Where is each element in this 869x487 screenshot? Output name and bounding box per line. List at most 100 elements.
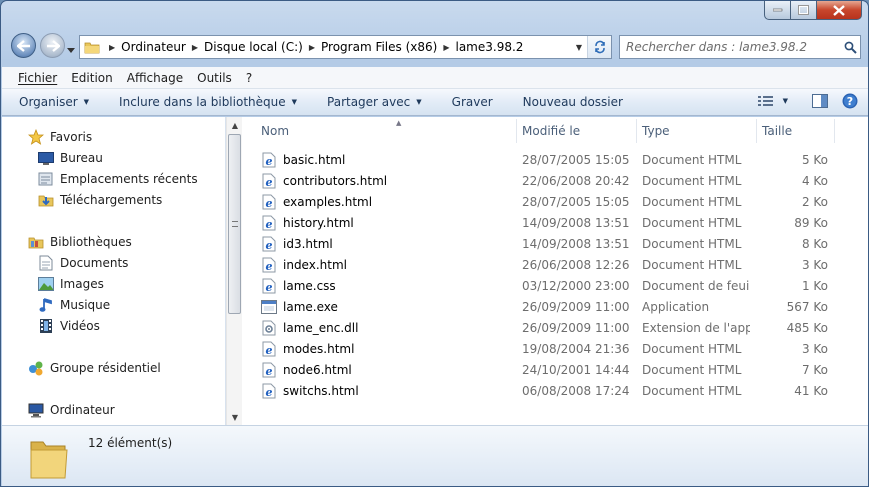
html-file-icon: e bbox=[261, 236, 277, 252]
file-name-cell[interactable]: e history.html bbox=[261, 212, 511, 233]
address-history-dropdown[interactable]: ▼ bbox=[571, 43, 587, 52]
file-size-cell: 485 Ko bbox=[786, 320, 828, 335]
file-name-cell[interactable]: e modes.html bbox=[261, 338, 511, 359]
file-name-cell[interactable]: lame_enc.dll bbox=[261, 317, 511, 338]
nav-item-music[interactable]: Musique bbox=[38, 295, 110, 315]
breadcrumb-item[interactable]: ▶ Disque local (C:) bbox=[189, 36, 306, 58]
include-in-library-button[interactable]: Inclure dans la bibliothèque ▼ bbox=[119, 95, 297, 109]
file-row[interactable]: lame_enc.dll 26/09/2009 11:00 Extension de… bbox=[256, 317, 836, 338]
file-size-cell: 4 Ko bbox=[801, 173, 828, 188]
file-row[interactable]: lame.exe 26/09/2009 11:00 Application 567 K… bbox=[256, 296, 836, 317]
preview-pane-button[interactable] bbox=[812, 94, 828, 108]
html-file-icon: e bbox=[261, 173, 277, 189]
explorer-window: ▶ Ordinateur ▶ Disque local (C:) ▶ Program … bbox=[0, 0, 869, 487]
file-row[interactable]: e id3.html 14/09/2008 13:51 Document HTML 8 … bbox=[256, 233, 836, 254]
file-name-cell[interactable]: e contributors.html bbox=[261, 170, 511, 191]
file-name-cell[interactable]: e id3.html bbox=[261, 233, 511, 254]
help-button[interactable]: ? bbox=[842, 93, 858, 109]
file-name-cell[interactable]: e switchs.html bbox=[261, 380, 511, 401]
menu-view[interactable]: Affichage bbox=[127, 71, 183, 85]
file-name-cell[interactable]: e index.html bbox=[261, 254, 511, 275]
nav-item-homegroup[interactable]: Groupe résidentiel bbox=[28, 358, 161, 378]
file-row[interactable]: e examples.html 28/07/2005 15:05 Document H… bbox=[256, 191, 836, 212]
close-button[interactable] bbox=[817, 1, 862, 20]
nav-item-videos[interactable]: Vidéos bbox=[38, 316, 100, 336]
menu-tools[interactable]: Outils bbox=[197, 71, 232, 85]
column-header-type[interactable]: Type bbox=[637, 119, 757, 143]
file-modified-cell: 22/06/2008 20:42 bbox=[522, 173, 630, 188]
nav-item-downloads[interactable]: Téléchargements bbox=[38, 190, 162, 210]
file-list: Nom ▲ Modifié le Type Taille e basic.html… bbox=[242, 117, 868, 425]
music-icon bbox=[38, 297, 54, 313]
preview-pane-icon bbox=[812, 94, 828, 108]
file-row[interactable]: e history.html 14/09/2008 13:51 Document HT… bbox=[256, 212, 836, 233]
burn-button[interactable]: Graver bbox=[452, 95, 493, 109]
file-name-cell[interactable]: e basic.html bbox=[261, 149, 511, 170]
search-icon[interactable] bbox=[840, 41, 860, 54]
file-modified-cell: 19/08/2004 21:36 bbox=[522, 341, 630, 356]
file-row[interactable]: e node6.html 24/10/2001 14:44 Document HTML… bbox=[256, 359, 836, 380]
file-row[interactable]: e contributors.html 22/06/2008 20:42 Docume… bbox=[256, 170, 836, 191]
forward-button[interactable] bbox=[40, 33, 65, 58]
menu-help[interactable]: ? bbox=[246, 71, 252, 85]
menu-file[interactable]: Fichier bbox=[18, 71, 57, 85]
column-header-size[interactable]: Taille bbox=[757, 119, 835, 143]
back-arrow-icon bbox=[16, 39, 30, 52]
file-name-cell[interactable]: e lame.css bbox=[261, 275, 511, 296]
organize-button[interactable]: Organiser ▼ bbox=[19, 95, 89, 109]
file-row[interactable]: e lame.css 03/12/2000 23:00 Document de feu… bbox=[256, 275, 836, 296]
file-name-cell[interactable]: e examples.html bbox=[261, 191, 511, 212]
recent-pages-dropdown[interactable] bbox=[67, 42, 75, 56]
nav-item-pictures[interactable]: Images bbox=[38, 274, 104, 294]
breadcrumb-item[interactable]: ▶ Ordinateur bbox=[106, 36, 189, 58]
file-name-cell[interactable]: e node6.html bbox=[261, 359, 511, 380]
address-bar[interactable]: ▶ Ordinateur ▶ Disque local (C:) ▶ Program … bbox=[79, 35, 612, 59]
back-button[interactable] bbox=[11, 33, 36, 58]
file-row[interactable]: e index.html 26/06/2008 12:26 Document HTML… bbox=[256, 254, 836, 275]
nav-item-libraries[interactable]: Bibliothèques bbox=[28, 232, 132, 252]
scroll-up-button[interactable]: ▲ bbox=[227, 117, 243, 133]
minimize-button[interactable] bbox=[764, 1, 791, 20]
share-with-button[interactable]: Partager avec ▼ bbox=[327, 95, 422, 109]
file-row[interactable]: e switchs.html 06/08/2008 17:24 Document HT… bbox=[256, 380, 836, 401]
new-folder-button[interactable]: Nouveau dossier bbox=[523, 95, 623, 109]
nav-item-computer[interactable]: Ordinateur bbox=[28, 400, 115, 420]
menu-edit[interactable]: Edition bbox=[71, 71, 113, 85]
file-type-cell: Document HTML bbox=[642, 215, 742, 230]
file-row[interactable]: e modes.html 19/08/2004 21:36 Document HTML… bbox=[256, 338, 836, 359]
file-modified-cell: 14/09/2008 13:51 bbox=[522, 215, 630, 230]
nav-item-desktop[interactable]: Bureau bbox=[38, 148, 103, 168]
file-type-cell: Document HTML bbox=[642, 173, 742, 188]
refresh-button[interactable] bbox=[587, 36, 611, 58]
videos-icon bbox=[38, 318, 54, 334]
search-field[interactable]: Rechercher dans : lame3.98.2 bbox=[619, 35, 861, 59]
pictures-icon bbox=[38, 276, 54, 292]
svg-text:e: e bbox=[266, 344, 273, 357]
column-header-modified[interactable]: Modifié le bbox=[517, 119, 637, 143]
column-header-name[interactable]: Nom ▲ bbox=[256, 119, 517, 143]
chevron-right-icon: ▶ bbox=[109, 42, 116, 52]
scroll-thumb[interactable] bbox=[228, 134, 241, 314]
nav-pane-scrollbar[interactable]: ▲ ▼ bbox=[226, 117, 242, 425]
nav-item-documents[interactable]: Documents bbox=[38, 253, 128, 273]
svg-text:e: e bbox=[266, 386, 273, 399]
documents-icon bbox=[38, 255, 54, 271]
file-size-cell: 3 Ko bbox=[801, 341, 828, 356]
file-size-cell: 89 Ko bbox=[794, 215, 828, 230]
breadcrumb-item[interactable]: ▶ lame3.98.2 bbox=[440, 36, 526, 58]
file-type-cell: Document HTML bbox=[642, 257, 742, 272]
nav-item-favorites[interactable]: Favoris bbox=[28, 127, 92, 147]
file-row[interactable]: e basic.html 28/07/2005 15:05 Document HTML… bbox=[256, 149, 836, 170]
dll-file-icon bbox=[261, 320, 277, 336]
scroll-down-button[interactable]: ▼ bbox=[227, 409, 243, 425]
breadcrumb: ▶ Ordinateur ▶ Disque local (C:) ▶ Program … bbox=[80, 36, 571, 58]
recent-places-icon bbox=[38, 171, 54, 187]
change-view-button[interactable]: ▼ bbox=[757, 95, 788, 107]
file-name-cell[interactable]: lame.exe bbox=[261, 296, 511, 317]
search-input[interactable]: Rechercher dans : lame3.98.2 bbox=[626, 40, 840, 54]
maximize-button[interactable] bbox=[791, 1, 817, 20]
file-modified-cell: 03/12/2000 23:00 bbox=[522, 278, 630, 293]
breadcrumb-item[interactable]: ▶ Program Files (x86) bbox=[306, 36, 440, 58]
details-view-icon bbox=[757, 96, 773, 106]
nav-item-recent-places[interactable]: Emplacements récents bbox=[38, 169, 198, 189]
